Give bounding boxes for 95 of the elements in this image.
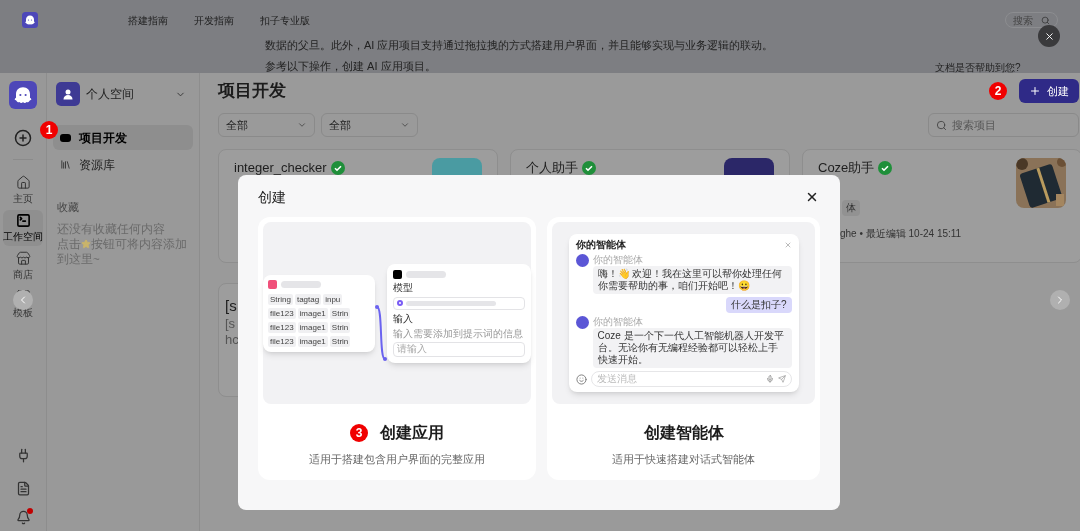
create-button[interactable]: 创建 bbox=[1019, 79, 1079, 103]
card-text: hc bbox=[225, 332, 239, 348]
variable-tag: Strin bbox=[329, 335, 351, 347]
sidebar-item[interactable]: 资源库 bbox=[53, 152, 193, 177]
sidebar-item[interactable]: 项目开发 bbox=[53, 125, 193, 150]
input-placeholder: 请输入 bbox=[397, 343, 427, 355]
close-icon bbox=[1043, 30, 1055, 42]
library-icon bbox=[60, 159, 71, 170]
bot-message: Coze 是一个下一代人工智能机器人开发平台。无论你有无编程经验都可以轻松上手快速开始。 bbox=[592, 328, 792, 368]
field-label: 输入 bbox=[393, 312, 413, 325]
terminal-icon bbox=[15, 213, 31, 228]
feedback-text: 文档是否帮助到您? bbox=[935, 61, 1021, 75]
option-title: 创建应用 bbox=[380, 423, 444, 443]
variable-tag: file123 bbox=[268, 335, 296, 347]
bot-name: 你的智能体 bbox=[592, 254, 643, 265]
model-icon bbox=[397, 300, 403, 306]
bot-message: 嗨！👋 欢迎！我在这里可以帮你处理任何你需要帮助的事，咱们开始吧！😀 bbox=[592, 266, 792, 294]
variable-tag: file123 bbox=[268, 307, 296, 319]
option-card[interactable]: 你的智能体 你的智能体 嗨！👋 欢迎！我在这里可以帮你处理任何你需要帮助的事，咱们开始吧！😀 什么是扣子? 你的智能体 Coze 是一个下一代人工智能机器人开发平台。无论你有无编程经验都可以轻松上手快速开始。 发送消息 创建智能体 适用于快速搭建对话式智能体 bbox=[547, 217, 820, 480]
plus-icon bbox=[1029, 85, 1041, 97]
node-icon bbox=[268, 279, 277, 289]
filter-dropdown[interactable]: 全部 bbox=[218, 113, 315, 137]
placeholder-bar bbox=[281, 280, 321, 288]
field-hint: 输入需要添加到提示词的信息 bbox=[393, 327, 523, 339]
card-tag: 体 bbox=[842, 200, 860, 216]
user-avatar-icon bbox=[56, 82, 80, 106]
variable-tag: tagtag bbox=[294, 293, 322, 305]
search-icon bbox=[936, 119, 947, 131]
search-icon bbox=[1041, 15, 1050, 25]
bot-icon bbox=[60, 133, 71, 142]
card-meta: ghe • 最近编辑 10-24 15:11 bbox=[840, 227, 962, 241]
section-title: 收藏 bbox=[57, 200, 80, 215]
nav-link[interactable]: 搭建指南 bbox=[128, 12, 168, 28]
option-title: 创建智能体 bbox=[643, 423, 724, 443]
app-logo-icon bbox=[9, 81, 37, 109]
close-icon bbox=[805, 190, 819, 204]
nav-link[interactable]: 扣子专业版 bbox=[260, 12, 310, 28]
star-icon bbox=[81, 239, 91, 250]
variable-tag: image1 bbox=[297, 307, 328, 319]
node-icon bbox=[393, 269, 402, 279]
variable-tag: String bbox=[268, 293, 293, 305]
chevron-down-icon bbox=[400, 120, 410, 130]
send-icon bbox=[777, 375, 786, 383]
rail-label: 商店 bbox=[13, 268, 33, 281]
card-title: Coze助手 bbox=[818, 160, 875, 175]
card-text: [s bbox=[225, 316, 236, 332]
store-icon bbox=[15, 251, 31, 266]
rail-item[interactable]: 工作空间 bbox=[3, 210, 43, 246]
step-badge: 2 bbox=[989, 82, 1007, 100]
filter-dropdown[interactable]: 全部 bbox=[321, 113, 418, 137]
logo-icon bbox=[22, 12, 38, 28]
variable-tag: Strin bbox=[329, 321, 351, 333]
card-text: [s bbox=[225, 296, 237, 316]
bot-avatar bbox=[575, 254, 589, 267]
variable-tag: image1 bbox=[297, 335, 328, 347]
chevron-down-icon bbox=[297, 120, 307, 130]
user-message: 什么是扣子? bbox=[725, 297, 792, 313]
tool-icon bbox=[575, 373, 587, 385]
chat-title: 你的智能体 bbox=[575, 239, 626, 251]
rail-item[interactable]: 主页 bbox=[3, 172, 43, 208]
rail-label: 主页 bbox=[13, 192, 33, 205]
home-icon bbox=[15, 175, 31, 190]
placeholder-bar bbox=[406, 270, 446, 278]
document-icon[interactable] bbox=[15, 481, 31, 496]
bot-name: 你的智能体 bbox=[592, 316, 643, 327]
variable-tag: image1 bbox=[297, 321, 328, 333]
card-title: integer_checker bbox=[234, 160, 327, 175]
project-card[interactable]: Coze助手 体 ghe • 最近编辑 10-24 15:11 bbox=[802, 149, 1080, 263]
variable-tag: Strin bbox=[329, 307, 351, 319]
add-icon[interactable] bbox=[14, 129, 32, 147]
field-label: 模型 bbox=[393, 281, 413, 294]
space-switcher[interactable]: 个人空间 bbox=[53, 81, 193, 107]
nav-link[interactable]: 开发指南 bbox=[194, 12, 234, 28]
microphone-icon bbox=[765, 375, 774, 383]
card-title: 个人助手 bbox=[526, 160, 578, 175]
rail-label: 模板 bbox=[13, 306, 33, 319]
variable-tag: inpu bbox=[323, 293, 343, 305]
search-placeholder: 搜索项目 bbox=[952, 117, 996, 133]
option-description: 适用于快速搭建对话式智能体 bbox=[612, 452, 755, 467]
rail-item[interactable]: 商店 bbox=[3, 248, 43, 284]
bell-icon[interactable] bbox=[15, 510, 31, 525]
space-name: 个人空间 bbox=[86, 86, 134, 103]
input-placeholder: 发送消息 bbox=[596, 373, 637, 385]
option-card[interactable]: String tagtag inpu file123 image1 Strin file123 image1 Strin file123 image1 Strin 模型 输入 输入需要添加到提示词的信息 请输入 3 创建应用 适用于搭建包含用户界面的完整应用 bbox=[258, 217, 536, 480]
bot-avatar bbox=[575, 316, 589, 329]
rail-label: 工作空间 bbox=[3, 230, 43, 243]
option-description: 适用于搭建包含用户界面的完整应用 bbox=[309, 452, 485, 467]
doc-paragraph: 参考以下操作，创建 AI 应用项目。 bbox=[265, 59, 436, 73]
page-title: 项目开发 bbox=[218, 80, 286, 103]
step-badge: 3 bbox=[350, 424, 368, 442]
close-icon bbox=[783, 241, 792, 249]
doc-paragraph: 数据的父旦。此外，AI 应用项目支持通过拖拉拽的方式搭建用户界面，并且能够实现与业务逻辑的联动。 bbox=[265, 38, 774, 53]
dialog-title: 创建 bbox=[258, 187, 286, 207]
connector-line bbox=[375, 305, 387, 361]
variable-tag: file123 bbox=[268, 321, 296, 333]
